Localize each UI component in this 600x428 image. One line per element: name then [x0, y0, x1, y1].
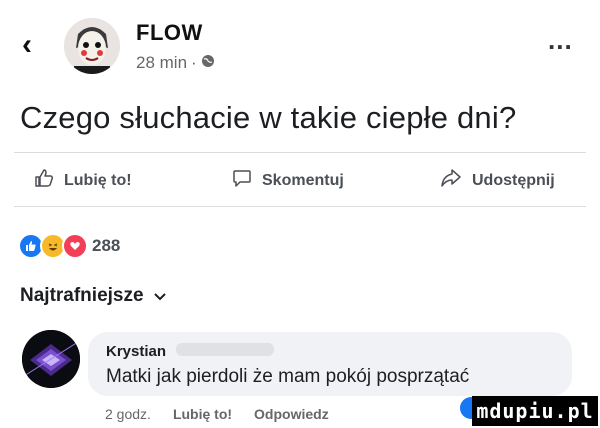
comment-like-button[interactable]: Lubię to! [173, 406, 232, 422]
mask-avatar-image [64, 18, 120, 74]
share-button[interactable]: Udostępnij [440, 168, 555, 193]
back-button[interactable]: ‹ [22, 30, 32, 60]
commenter-avatar-image [22, 330, 80, 388]
page-avatar[interactable] [64, 18, 120, 74]
comment-icon [232, 168, 252, 193]
comment-button[interactable]: Skomentuj [232, 168, 344, 193]
like-label: Lubię to! [64, 171, 132, 189]
comment-label: Skomentuj [262, 171, 344, 189]
chevron-left-icon: ‹ [22, 28, 32, 61]
more-horizontal-icon: ... [548, 25, 573, 55]
comment-reply-button[interactable]: Odpowiedz [254, 406, 329, 422]
comments-filter[interactable]: Najtrafniejsze [20, 285, 166, 307]
chevron-down-icon [153, 285, 166, 307]
reaction-count: 288 [92, 236, 121, 255]
site-watermark: mdupiu.pl [472, 396, 598, 426]
reactions-summary[interactable]: 288 [18, 233, 120, 259]
love-reaction-icon [62, 233, 88, 259]
comment-author[interactable]: Krystian [106, 343, 166, 360]
divider [14, 152, 586, 153]
page-name[interactable]: FLOW [136, 20, 203, 46]
more-options-button[interactable]: ... [548, 27, 573, 53]
comments-filter-label: Najtrafniejsze [20, 285, 144, 306]
share-label: Udostępnij [472, 171, 555, 189]
like-button[interactable]: Lubię to! [34, 168, 132, 193]
comment-time[interactable]: 2 godz. [105, 406, 151, 422]
comment-actions: 2 godz. Lubię to! Odpowiedz [105, 406, 329, 422]
meta-separator: · [191, 53, 197, 72]
divider [14, 206, 586, 207]
comment-text: Matki jak pierdoli że mam pokój posprząt… [106, 366, 470, 387]
post-text: Czego słuchacie w takie ciepłe dni? [20, 100, 517, 135]
post-meta: 28 min · [136, 53, 215, 73]
post-time[interactable]: 28 min [136, 53, 187, 73]
commenter-avatar[interactable] [22, 330, 80, 388]
redacted-name [176, 343, 274, 356]
globe-icon [201, 53, 215, 73]
share-icon [440, 168, 462, 193]
thumbs-up-icon [34, 168, 54, 193]
